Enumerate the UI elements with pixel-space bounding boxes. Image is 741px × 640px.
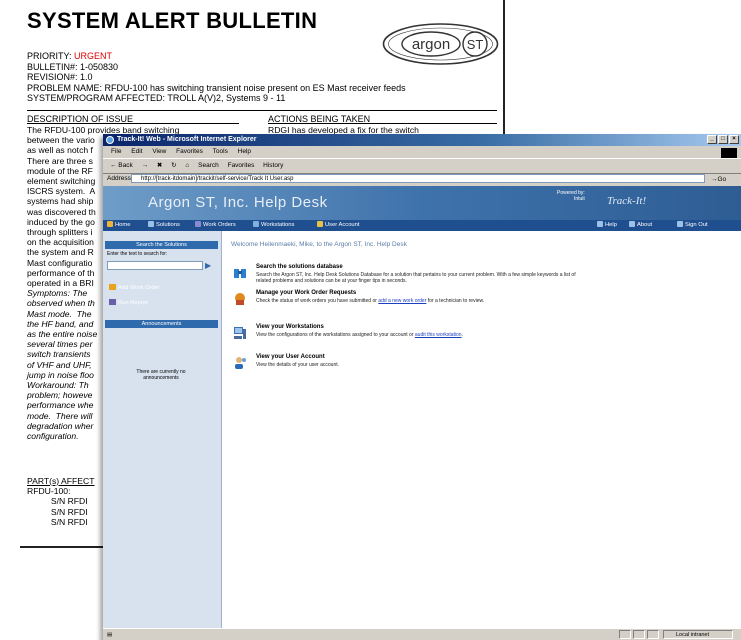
workaround-text: Workaround: Th problem; howeve performan… xyxy=(27,380,94,442)
search-solutions-heading: Search the Solutions xyxy=(105,241,218,249)
minimize-button[interactable]: _ xyxy=(707,135,717,144)
divider xyxy=(268,123,497,124)
manage-work-orders-link[interactable]: Manage your Work Order Requests xyxy=(256,290,356,296)
menu-file[interactable]: File xyxy=(111,148,121,155)
view-workstations-link[interactable]: View your Workstations xyxy=(256,324,324,330)
announcements-text: There are currently no announcements xyxy=(136,369,186,381)
go-button[interactable]: →Go xyxy=(711,174,726,186)
view-user-account-link[interactable]: View your User Account xyxy=(256,354,325,360)
ie-icon xyxy=(106,136,114,144)
nav-about[interactable]: About xyxy=(629,220,652,231)
bulletin-meta: PRIORITY: URGENT BULLETIN#: 1-050830 REV… xyxy=(27,51,406,104)
nav-work-orders[interactable]: Work Orders xyxy=(195,220,236,231)
status-segment xyxy=(647,630,659,639)
user-account-description: View the details of your user account. xyxy=(256,362,340,368)
ie-throbber xyxy=(721,148,737,158)
parts-list: RFDU-100: S/N RFDI S/N RFDI S/N RFDI xyxy=(27,486,88,527)
window-title: Track-It! Web - Microsoft Internet Explo… xyxy=(117,136,257,143)
window-titlebar[interactable]: Track-It! Web - Microsoft Internet Explo… xyxy=(103,134,741,146)
status-segment xyxy=(633,630,645,639)
address-input[interactable]: http://[track-itdomain]/trackit/self-ser… xyxy=(131,174,705,183)
helpdesk-title: Argon ST, Inc. Help Desk xyxy=(148,194,328,211)
menu-bar: File Edit View Favorites Tools Help xyxy=(103,147,741,157)
system-affected: SYSTEM/PROGRAM AFFECTED: TROLL A(V)2, Sy… xyxy=(27,93,286,103)
workstations-description: View the configurations of the workstati… xyxy=(256,332,463,338)
bulletin-title: SYSTEM ALERT BULLETIN xyxy=(27,8,318,33)
nav-home[interactable]: Home xyxy=(107,220,130,231)
announcements-heading: Announcements xyxy=(105,320,218,328)
parts-affected: PART(s) AFFECT RFDU-100: S/N RFDI S/N RF… xyxy=(27,476,94,527)
logo-text-argon: argon xyxy=(412,36,450,53)
status-segment xyxy=(619,630,631,639)
maximize-button[interactable]: □ xyxy=(718,135,728,144)
search-solutions-link[interactable]: Search the solutions database xyxy=(256,264,343,270)
run-report-link[interactable]: Run Report xyxy=(109,299,148,307)
welcome-message: Welcome Heilenmaeki, Mike, to the Argon … xyxy=(231,241,407,248)
menu-favorites[interactable]: Favorites xyxy=(176,148,203,155)
binoculars-icon xyxy=(234,269,246,278)
audit-workstation-link[interactable]: audit this workstation xyxy=(415,332,462,338)
nav-user-account[interactable]: User Account xyxy=(317,220,359,231)
nav-sign-out[interactable]: Sign Out xyxy=(677,220,708,231)
address-bar: Address http://[track-itdomain]/trackit/… xyxy=(103,173,741,185)
priority-value: URGENT xyxy=(74,51,113,61)
symptoms-text: Symptoms: The observed when th Mast mode… xyxy=(27,288,98,380)
solutions-description: Search the Argon ST, Inc. Help Desk Solu… xyxy=(256,272,576,284)
trackit-logo: Track-It! xyxy=(607,195,647,207)
user-account-icon xyxy=(235,357,246,369)
workstation-icon xyxy=(234,327,246,339)
bulletin-number: BULLETIN#: 1-050830 xyxy=(27,61,119,72)
revision-number: REVISION#: 1.0 xyxy=(27,72,93,82)
refresh-button[interactable]: ↻ xyxy=(171,162,176,169)
browser-toolbar: ← Back → ✖ ↻ ⌂ Search Favorites History xyxy=(103,158,741,174)
menu-edit[interactable]: Edit xyxy=(131,148,142,155)
nav-workstations[interactable]: Workstations xyxy=(253,220,294,231)
menu-help[interactable]: Help xyxy=(238,148,251,155)
nav-help[interactable]: Help xyxy=(597,220,617,231)
add-work-order-inline-link[interactable]: add a new work order xyxy=(378,298,426,304)
close-button[interactable]: × xyxy=(729,135,739,144)
work-order-icon xyxy=(235,293,245,305)
problem-name: PROBLEM NAME: RFDU-100 has switching tra… xyxy=(27,82,406,93)
stop-button[interactable]: ✖ xyxy=(157,162,162,169)
helpdesk-header: Argon ST, Inc. Help Desk Powered by: Intu… xyxy=(103,186,741,220)
powered-by: Powered by: Intuit xyxy=(557,190,585,202)
page-icon: ▤ xyxy=(107,632,113,638)
status-bar: ▤ Local intranet xyxy=(103,628,741,640)
home-button[interactable]: ⌂ xyxy=(185,162,189,169)
priority-line: PRIORITY: URGENT xyxy=(27,51,113,61)
search-hint: Enter the text to search for: xyxy=(107,251,168,257)
address-label: Address xyxy=(107,175,131,182)
divider xyxy=(27,123,239,124)
favorites-button[interactable]: Favorites xyxy=(228,162,255,169)
solutions-search-input[interactable] xyxy=(107,261,203,270)
forward-button[interactable]: → xyxy=(142,162,149,169)
logo-text-st: ST xyxy=(467,37,484,52)
security-zone: Local intranet xyxy=(663,630,733,639)
history-button[interactable]: History xyxy=(263,162,283,169)
back-button[interactable]: ← Back xyxy=(110,162,133,169)
search-go-icon[interactable]: ▶ xyxy=(205,261,211,270)
browser-window: Track-It! Web - Microsoft Internet Explo… xyxy=(103,134,741,640)
parts-heading: PART(s) AFFECT xyxy=(27,476,95,486)
divider xyxy=(27,110,497,111)
search-button[interactable]: Search xyxy=(198,162,219,169)
add-work-order-link[interactable]: Add Work Order xyxy=(109,284,160,292)
work-orders-description: Check the status of work orders you have… xyxy=(256,298,485,304)
menu-tools[interactable]: Tools xyxy=(213,148,228,155)
menu-view[interactable]: View xyxy=(152,148,166,155)
helpdesk-navbar: Home Solutions Work Orders Workstations … xyxy=(103,220,741,231)
page-content: Argon ST, Inc. Help Desk Powered by: Intu… xyxy=(103,186,741,628)
nav-solutions[interactable]: Solutions xyxy=(148,220,180,231)
